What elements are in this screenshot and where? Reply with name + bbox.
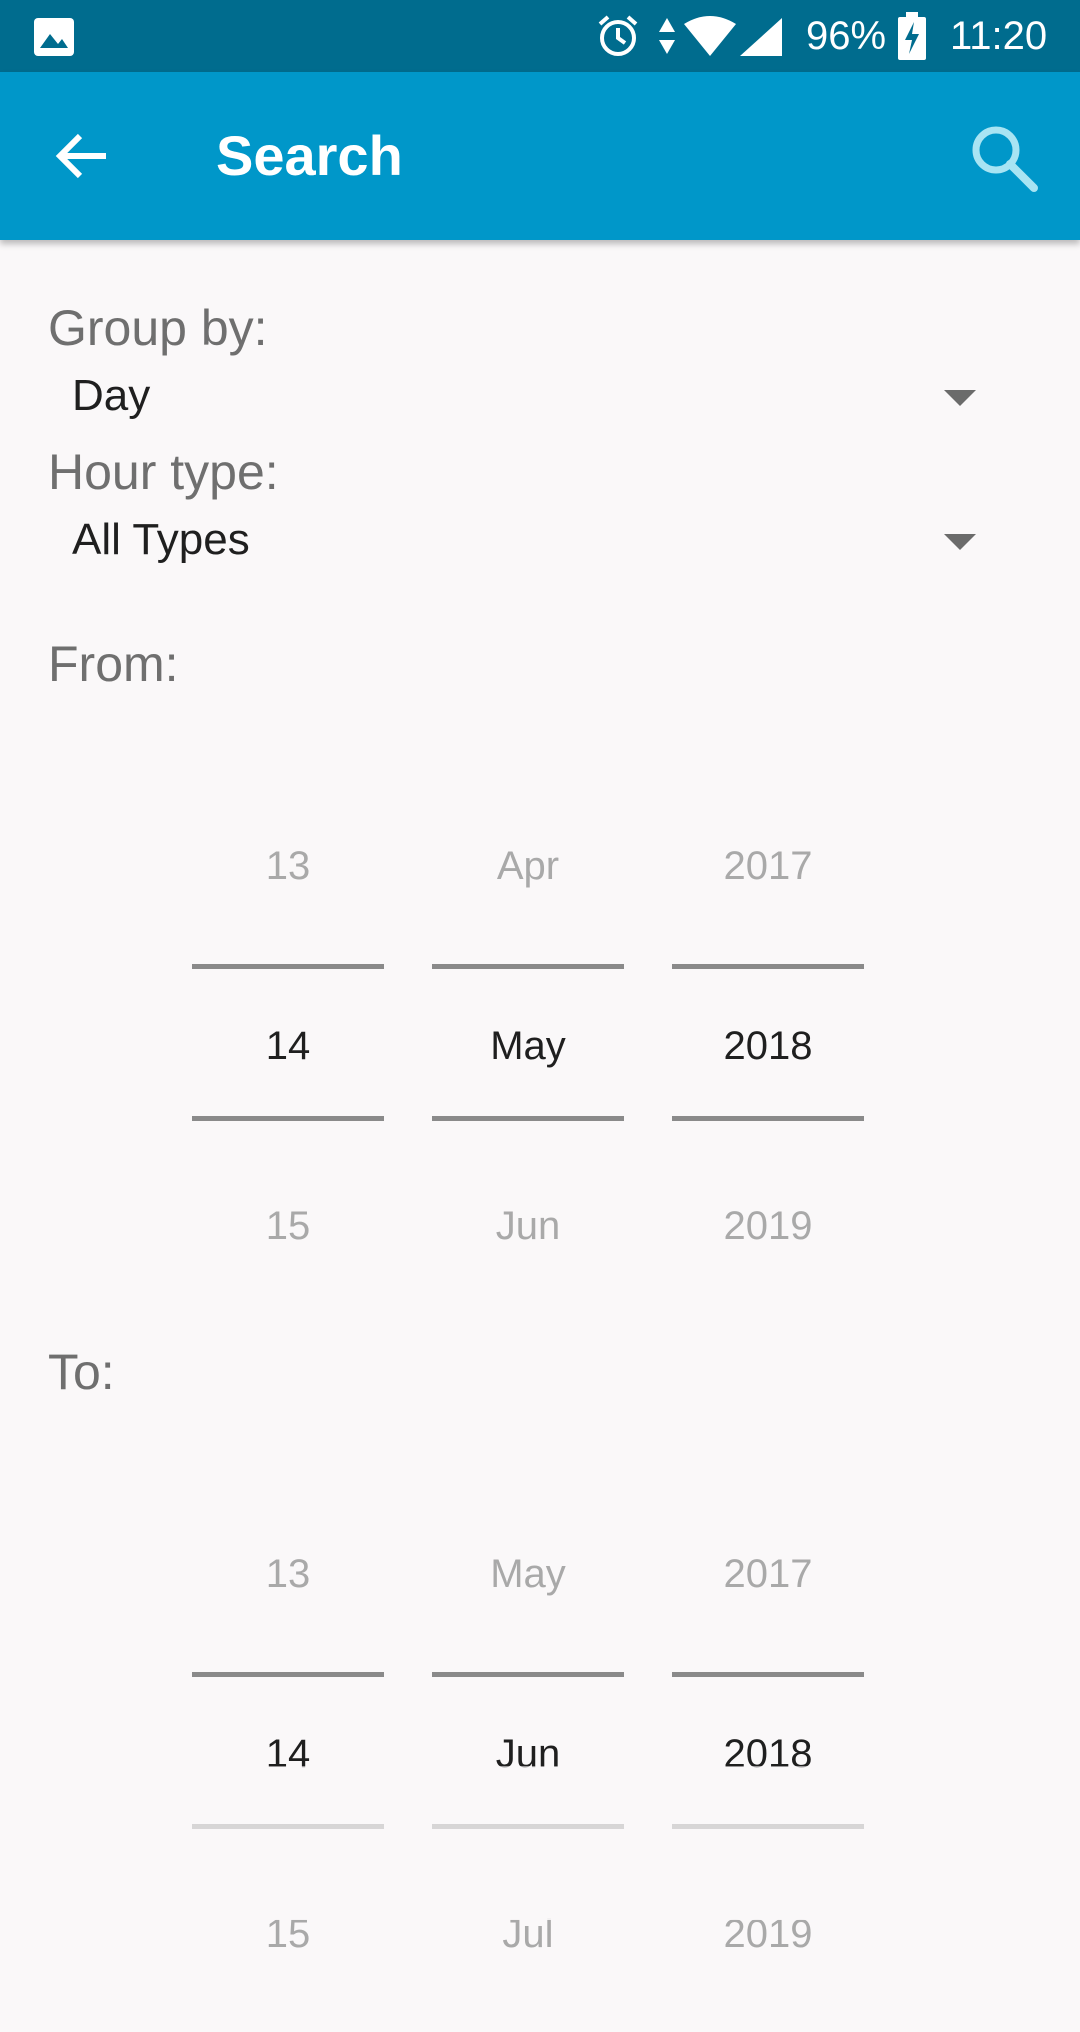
group-by-value: Day: [72, 371, 151, 420]
divider: [192, 964, 384, 969]
from-year-column[interactable]: 2017 2018 2019: [672, 804, 864, 1324]
arrow-back-icon: [55, 133, 106, 179]
clock: 11:20: [950, 14, 1048, 58]
battery-percentage: 96%: [806, 14, 887, 58]
from-month-next[interactable]: Jun: [432, 1196, 624, 1256]
to-year-next[interactable]: 2019: [672, 1904, 864, 1964]
to-month-prev[interactable]: May: [432, 1544, 624, 1604]
to-month-selected[interactable]: Jun: [432, 1724, 624, 1784]
wifi-icon: [684, 16, 736, 56]
battery-charging-icon: [898, 12, 926, 60]
dropdown-caret-icon: [944, 534, 976, 550]
divider: [672, 1672, 864, 1677]
dropdown-caret-icon: [944, 390, 976, 406]
to-year-prev[interactable]: 2017: [672, 1544, 864, 1604]
search-icon: [972, 126, 1038, 192]
from-month-prev[interactable]: Apr: [432, 836, 624, 896]
to-year-column[interactable]: 2017 2018 2019: [672, 1512, 864, 2032]
divider: [672, 1116, 864, 1121]
alarm-icon: [598, 15, 638, 56]
data-transfer-icon: [659, 18, 675, 54]
back-button[interactable]: [40, 114, 124, 198]
hour-type-label: Hour type:: [48, 444, 279, 500]
to-month-column[interactable]: May Jun Jul: [432, 1512, 624, 2032]
to-day-selected[interactable]: 14: [192, 1724, 384, 1784]
to-month-next[interactable]: Jul: [432, 1904, 624, 1964]
app-bar: Search: [0, 72, 1080, 240]
to-label: To:: [48, 1344, 115, 1400]
from-label: From:: [48, 636, 179, 692]
to-date-picker[interactable]: 13 14 15 May Jun Jul 2017 2018 2019: [192, 1512, 864, 2032]
from-year-selected[interactable]: 2018: [672, 1016, 864, 1076]
from-day-next[interactable]: 15: [192, 1196, 384, 1256]
group-by-label: Group by:: [48, 300, 268, 356]
hour-type-value: All Types: [72, 515, 250, 564]
signal-icon: [740, 18, 782, 56]
divider: [432, 1672, 624, 1677]
page-title: Search: [216, 124, 403, 187]
from-year-next[interactable]: 2019: [672, 1196, 864, 1256]
from-month-selected[interactable]: May: [432, 1016, 624, 1076]
to-year-selected[interactable]: 2018: [672, 1724, 864, 1784]
divider: [432, 1824, 624, 1829]
from-year-prev[interactable]: 2017: [672, 836, 864, 896]
divider: [432, 1116, 624, 1121]
from-month-column[interactable]: Apr May Jun: [432, 804, 624, 1324]
to-day-prev[interactable]: 13: [192, 1544, 384, 1604]
divider: [192, 1824, 384, 1829]
search-button[interactable]: [962, 116, 1046, 200]
hour-type-dropdown[interactable]: All Types: [48, 500, 998, 584]
divider: [192, 1116, 384, 1121]
gallery-icon: [34, 18, 74, 56]
to-day-column[interactable]: 13 14 15: [192, 1512, 384, 2032]
from-day-column[interactable]: 13 14 15: [192, 804, 384, 1324]
group-by-dropdown[interactable]: Day: [48, 356, 998, 440]
from-day-selected[interactable]: 14: [192, 1016, 384, 1076]
divider: [432, 964, 624, 969]
from-day-prev[interactable]: 13: [192, 836, 384, 896]
divider: [192, 1672, 384, 1677]
from-date-picker[interactable]: 13 14 15 Apr May Jun 2017 2018 2019: [192, 804, 864, 1324]
divider: [672, 1824, 864, 1829]
status-bar: 96% 11:20: [0, 0, 1080, 72]
to-day-next[interactable]: 15: [192, 1904, 384, 1964]
divider: [672, 964, 864, 969]
